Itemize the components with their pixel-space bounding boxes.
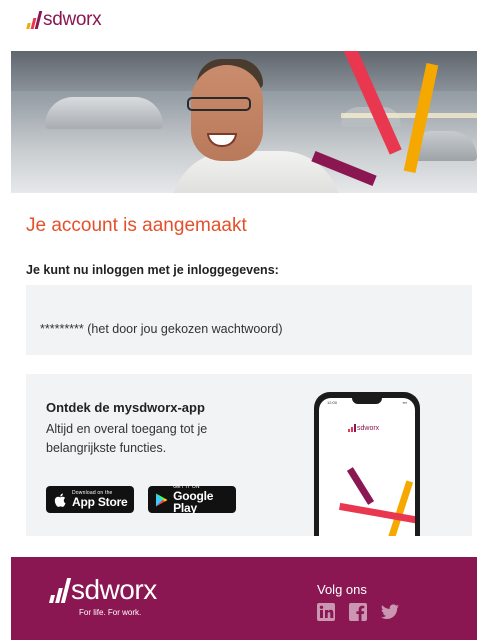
- phone-mockup: 12:00 ▪▪▪ sdworx: [314, 392, 420, 536]
- footer-logo[interactable]: sdworx: [49, 575, 157, 605]
- phone-logo-text: sdworx: [357, 425, 380, 432]
- footer-logo-mark-icon: [49, 575, 72, 605]
- password-hint: ********* (het door jou gekozen wachtwoo…: [40, 322, 283, 336]
- facebook-icon[interactable]: [349, 603, 367, 621]
- email-footer: sdworx For life. For work. Volg ons: [11, 557, 477, 640]
- phone-logo: sdworx: [347, 424, 379, 432]
- google-play-label: Google Play: [173, 489, 214, 515]
- logo-mark-icon: [26, 9, 43, 31]
- login-instructions: Je kunt nu inloggen met je inloggegevens…: [26, 263, 279, 277]
- google-play-button[interactable]: GET IT ON Google Play: [148, 485, 236, 515]
- apple-icon: [53, 492, 67, 508]
- email-header: sdworx: [0, 0, 477, 46]
- app-store-button[interactable]: Download on the App Store: [46, 486, 134, 513]
- page-title: Je account is aangemaakt: [26, 215, 247, 236]
- twitter-icon[interactable]: [381, 603, 399, 621]
- sdworx-logo[interactable]: sdworx: [26, 9, 102, 31]
- hero-image: [11, 51, 477, 193]
- app-promo-description: Altijd en overal toegang tot je belangri…: [46, 422, 208, 455]
- app-store-label: App Store: [72, 495, 128, 509]
- logo-wordmark: sdworx: [43, 9, 102, 30]
- credentials-panel: ********* (het door jou gekozen wachtwoo…: [26, 285, 472, 355]
- footer-logo-wordmark: sdworx: [71, 574, 157, 605]
- app-promo-title: Ontdek de mysdworx-app: [46, 400, 205, 415]
- social-links: [317, 603, 399, 621]
- linkedin-icon[interactable]: [317, 603, 335, 621]
- footer-tagline: For life. For work.: [79, 608, 142, 617]
- app-promo-panel: Ontdek de mysdworx-app Altijd en overal …: [26, 374, 472, 536]
- google-play-icon: [155, 492, 168, 508]
- follow-us-label: Volg ons: [317, 582, 367, 597]
